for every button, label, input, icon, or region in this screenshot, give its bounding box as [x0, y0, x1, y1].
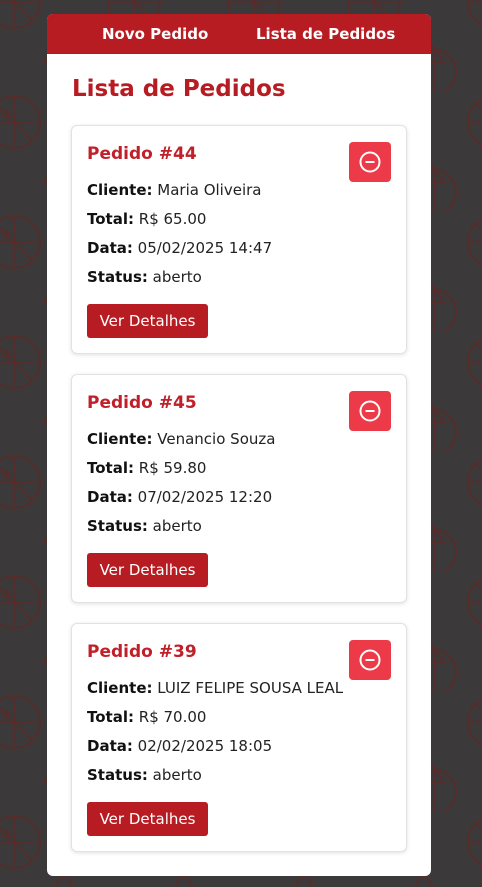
order-status: Status: aberto: [87, 268, 202, 286]
order-status: Status: aberto: [87, 766, 202, 784]
order-total: Total: R$ 65.00: [87, 210, 206, 228]
order-cliente: Cliente: LUIZ FELIPE SOUSA LEAL: [87, 679, 343, 697]
cliente-label: Cliente:: [87, 679, 153, 697]
remove-order-button[interactable]: [349, 142, 391, 182]
data-value: 05/02/2025 14:47: [137, 239, 273, 257]
top-nav: Novo Pedido Lista de Pedidos: [47, 14, 431, 54]
total-value: R$ 65.00: [138, 210, 207, 228]
cliente-value: Venancio Souza: [157, 430, 276, 448]
ver-detalhes-button[interactable]: Ver Detalhes: [87, 553, 208, 587]
total-label: Total:: [87, 708, 134, 726]
order-title: Pedido #44: [87, 144, 197, 164]
total-label: Total:: [87, 459, 134, 477]
order-data: Data: 07/02/2025 12:20: [87, 488, 272, 506]
order-cliente: Cliente: Maria Oliveira: [87, 181, 261, 199]
cliente-value: Maria Oliveira: [157, 181, 262, 199]
data-value: 02/02/2025 18:05: [137, 737, 273, 755]
minus-circle-icon: [359, 649, 381, 671]
data-label: Data:: [87, 737, 133, 755]
status-value: aberto: [152, 517, 202, 535]
nav-lista-de-pedidos[interactable]: Lista de Pedidos: [256, 14, 395, 54]
order-status: Status: aberto: [87, 517, 202, 535]
nav-novo-pedido[interactable]: Novo Pedido: [102, 14, 208, 54]
total-value: R$ 59.80: [138, 459, 207, 477]
minus-circle-icon: [359, 400, 381, 422]
page-title: Lista de Pedidos: [72, 76, 286, 102]
main-panel: Novo Pedido Lista de Pedidos Lista de Pe…: [47, 14, 431, 876]
order-total: Total: R$ 70.00: [87, 708, 206, 726]
status-label: Status:: [87, 268, 148, 286]
total-label: Total:: [87, 210, 134, 228]
order-data: Data: 05/02/2025 14:47: [87, 239, 272, 257]
order-title: Pedido #39: [87, 642, 197, 662]
minus-circle-icon: [359, 151, 381, 173]
order-card: Pedido #45 Cliente: Venancio Souza Total…: [71, 374, 407, 603]
cliente-label: Cliente:: [87, 430, 153, 448]
order-card: Pedido #39 Cliente: LUIZ FELIPE SOUSA LE…: [71, 623, 407, 852]
order-title: Pedido #45: [87, 393, 197, 413]
cliente-value: LUIZ FELIPE SOUSA LEAL: [157, 679, 344, 697]
data-value: 07/02/2025 12:20: [137, 488, 273, 506]
order-cliente: Cliente: Venancio Souza: [87, 430, 275, 448]
status-label: Status:: [87, 766, 148, 784]
status-value: aberto: [152, 766, 202, 784]
remove-order-button[interactable]: [349, 391, 391, 431]
order-card: Pedido #44 Cliente: Maria Oliveira Total…: [71, 125, 407, 354]
total-value: R$ 70.00: [138, 708, 207, 726]
cliente-label: Cliente:: [87, 181, 153, 199]
status-value: aberto: [152, 268, 202, 286]
remove-order-button[interactable]: [349, 640, 391, 680]
order-total: Total: R$ 59.80: [87, 459, 206, 477]
order-data: Data: 02/02/2025 18:05: [87, 737, 272, 755]
status-label: Status:: [87, 517, 148, 535]
ver-detalhes-button[interactable]: Ver Detalhes: [87, 304, 208, 338]
ver-detalhes-button[interactable]: Ver Detalhes: [87, 802, 208, 836]
data-label: Data:: [87, 239, 133, 257]
data-label: Data:: [87, 488, 133, 506]
